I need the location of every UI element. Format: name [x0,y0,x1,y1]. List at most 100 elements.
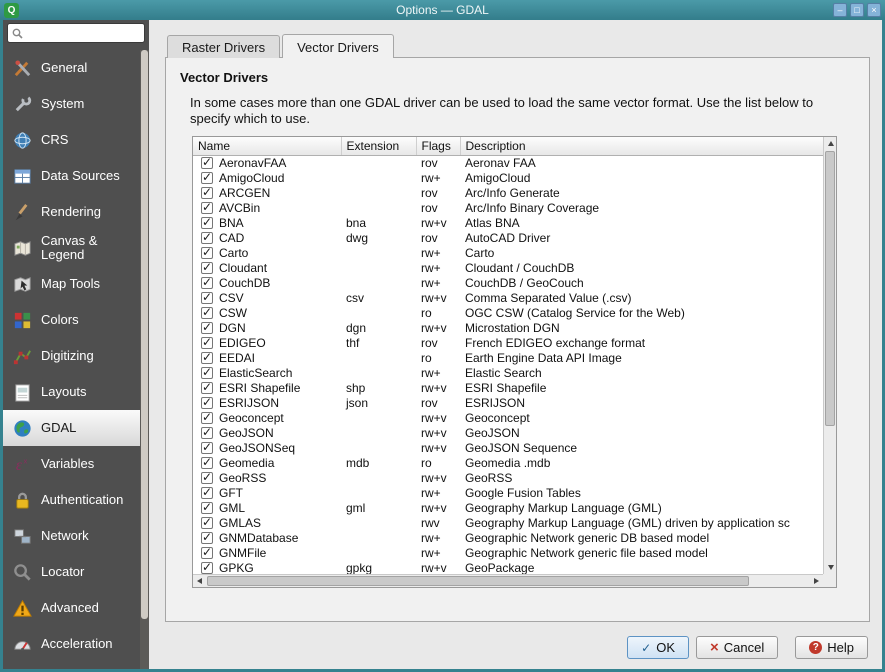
driver-checkbox[interactable] [201,562,213,574]
vertical-scrollbar-thumb[interactable] [825,151,835,426]
table-row[interactable]: AmigoCloud rw+ AmigoCloud [193,170,823,185]
driver-checkbox[interactable] [201,367,213,379]
sidebar-item-acceleration[interactable]: Acceleration [3,626,140,662]
table-row[interactable]: CAD dwg rov AutoCAD Driver [193,230,823,245]
sidebar-item-system[interactable]: System [3,86,140,122]
horizontal-scrollbar[interactable] [193,574,823,587]
table-row[interactable]: ESRI Shapefile shp rw+v ESRI Shapefile [193,380,823,395]
driver-checkbox[interactable] [201,187,213,199]
column-header-extension[interactable]: Extension [341,137,416,156]
sidebar-item-digitizing[interactable]: Digitizing [3,338,140,374]
sidebar-item-canvas-legend[interactable]: Canvas & Legend [3,230,140,266]
close-button[interactable]: × [867,3,881,17]
table-row[interactable]: GeoRSS rw+v GeoRSS [193,470,823,485]
driver-checkbox[interactable] [201,157,213,169]
driver-checkbox[interactable] [201,262,213,274]
scroll-down-button[interactable] [824,561,837,574]
table-row[interactable]: Geoconcept rw+v Geoconcept [193,410,823,425]
driver-checkbox[interactable] [201,412,213,424]
tab-raster-drivers[interactable]: Raster Drivers [167,35,280,58]
driver-checkbox[interactable] [201,442,213,454]
sidebar-scrollbar-thumb[interactable] [141,50,148,619]
driver-checkbox[interactable] [201,172,213,184]
driver-checkbox[interactable] [201,352,213,364]
driver-checkbox[interactable] [201,397,213,409]
scroll-up-button[interactable] [824,137,837,150]
scroll-right-button[interactable] [810,575,823,588]
sidebar-scrollbar[interactable] [140,50,149,669]
sidebar-item-crs[interactable]: CRS [3,122,140,158]
table-row[interactable]: AeronavFAA rov Aeronav FAA [193,155,823,170]
driver-checkbox[interactable] [201,547,213,559]
sidebar-item-variables[interactable]: εx Variables [3,446,140,482]
table-row[interactable]: DGN dgn rw+v Microstation DGN [193,320,823,335]
table-row[interactable]: GMLAS rwv Geography Markup Language (GML… [193,515,823,530]
table-row[interactable]: AVCBin rov Arc/Info Binary Coverage [193,200,823,215]
column-header-name[interactable]: Name [193,137,341,156]
table-row[interactable]: CouchDB rw+ CouchDB / GeoCouch [193,275,823,290]
sidebar-search-box[interactable] [7,23,145,43]
driver-checkbox[interactable] [201,457,213,469]
driver-checkbox[interactable] [201,217,213,229]
table-row[interactable]: EEDAI ro Earth Engine Data API Image [193,350,823,365]
table-row[interactable]: CSW ro OGC CSW (Catalog Service for the … [193,305,823,320]
table-row[interactable]: GPKG gpkg rw+v GeoPackage [193,560,823,574]
driver-checkbox[interactable] [201,532,213,544]
table-row[interactable]: GML gml rw+v Geography Markup Language (… [193,500,823,515]
driver-checkbox[interactable] [201,307,213,319]
driver-checkbox[interactable] [201,337,213,349]
table-row[interactable]: Cloudant rw+ Cloudant / CouchDB [193,260,823,275]
table-row[interactable]: EDIGEO thf rov French EDIGEO exchange fo… [193,335,823,350]
driver-name: Geomedia [219,456,274,470]
sidebar-item-gdal[interactable]: GDAL [3,410,140,446]
table-row[interactable]: ARCGEN rov Arc/Info Generate [193,185,823,200]
driver-checkbox[interactable] [201,517,213,529]
table-row[interactable]: Carto rw+ Carto [193,245,823,260]
table-row[interactable]: Geomedia mdb ro Geomedia .mdb [193,455,823,470]
table-row[interactable]: GNMFile rw+ Geographic Network generic f… [193,545,823,560]
sidebar-item-network[interactable]: Network [3,518,140,554]
driver-checkbox[interactable] [201,427,213,439]
sidebar-item-map-tools[interactable]: Map Tools [3,266,140,302]
table-row[interactable]: GeoJSON rw+v GeoJSON [193,425,823,440]
help-button[interactable]: Help [795,636,868,659]
driver-checkbox[interactable] [201,472,213,484]
sidebar-item-authentication[interactable]: Authentication [3,482,140,518]
table-row[interactable]: GNMDatabase rw+ Geographic Network gener… [193,530,823,545]
search-input[interactable] [26,26,140,40]
maximize-button[interactable]: □ [850,3,864,17]
titlebar[interactable]: Q Options — GDAL – □ × [0,0,885,20]
driver-checkbox[interactable] [201,502,213,514]
sidebar-item-advanced[interactable]: Advanced [3,590,140,626]
driver-checkbox[interactable] [201,322,213,334]
sidebar-item-layouts[interactable]: Layouts [3,374,140,410]
driver-checkbox[interactable] [201,232,213,244]
table-row[interactable]: GeoJSONSeq rw+v GeoJSON Sequence [193,440,823,455]
driver-checkbox[interactable] [201,247,213,259]
column-header-flags[interactable]: Flags [416,137,460,156]
driver-checkbox[interactable] [201,277,213,289]
sidebar-item-locator[interactable]: Locator [3,554,140,590]
driver-checkbox[interactable] [201,202,213,214]
column-header-description[interactable]: Description [460,137,823,156]
table-row[interactable]: BNA bna rw+v Atlas BNA [193,215,823,230]
vertical-scrollbar[interactable] [823,137,836,574]
sidebar-item-data-sources[interactable]: Data Sources [3,158,140,194]
scroll-left-button[interactable] [193,575,206,588]
sidebar-item-general[interactable]: General [3,50,140,86]
table-row[interactable]: ESRIJSON json rov ESRIJSON [193,395,823,410]
driver-checkbox[interactable] [201,487,213,499]
minimize-button[interactable]: – [833,3,847,17]
driver-extension [341,425,416,440]
tab-vector-drivers[interactable]: Vector Drivers [282,34,394,58]
sidebar-item-rendering[interactable]: Rendering [3,194,140,230]
horizontal-scrollbar-thumb[interactable] [207,576,749,586]
driver-checkbox[interactable] [201,292,213,304]
ok-button[interactable]: OK [627,636,689,659]
driver-checkbox[interactable] [201,382,213,394]
table-row[interactable]: ElasticSearch rw+ Elastic Search [193,365,823,380]
cancel-button[interactable]: Cancel [696,636,778,659]
table-row[interactable]: GFT rw+ Google Fusion Tables [193,485,823,500]
sidebar-item-colors[interactable]: Colors [3,302,140,338]
table-row[interactable]: CSV csv rw+v Comma Separated Value (.csv… [193,290,823,305]
